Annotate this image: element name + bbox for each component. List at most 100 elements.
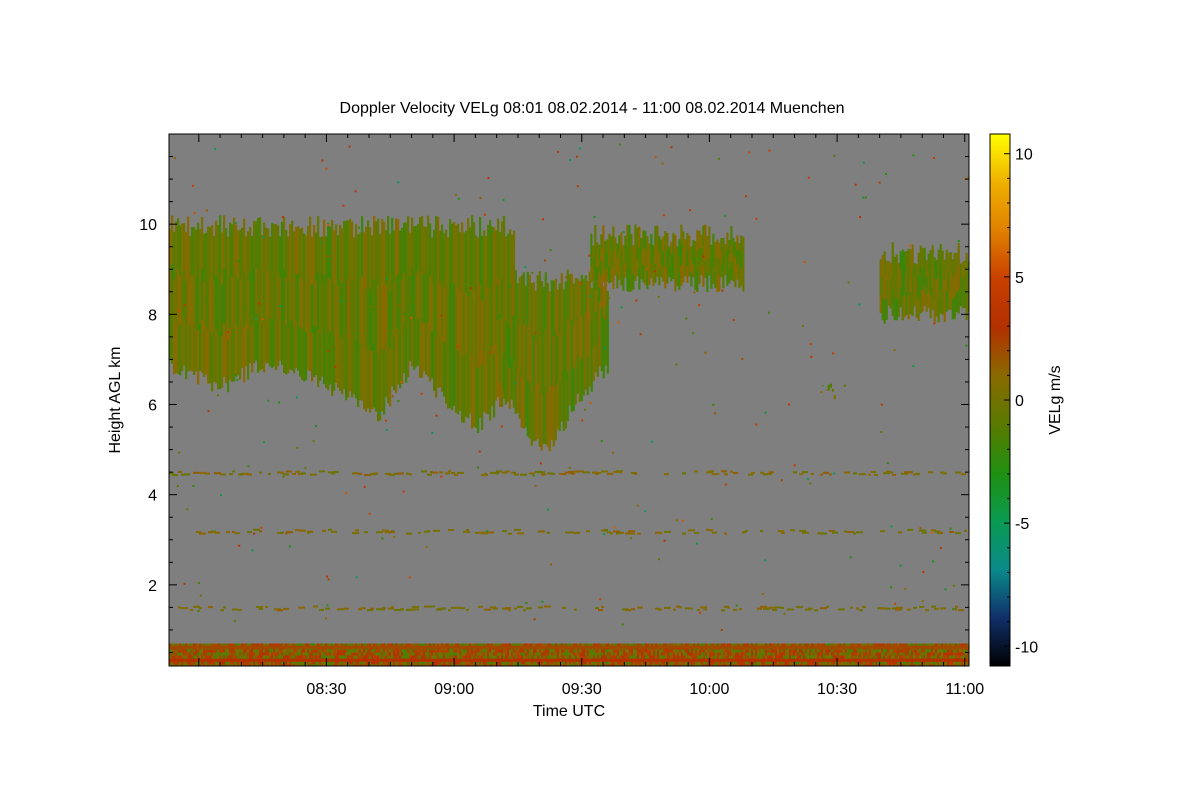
velocity-cell	[907, 661, 910, 665]
velocity-cell	[710, 259, 713, 275]
velocity-cell	[577, 531, 580, 534]
velocity-cell	[965, 652, 968, 656]
velocity-cell	[253, 528, 260, 531]
velocity-cell	[319, 470, 325, 473]
velocity-cell	[661, 661, 664, 665]
velocity-cell	[775, 661, 778, 665]
speckle-cell	[612, 451, 615, 454]
velocity-cell	[435, 336, 438, 398]
velocity-cell	[940, 531, 943, 534]
velocity-cell	[502, 278, 505, 316]
velocity-cell	[731, 655, 734, 659]
velocity-cell	[711, 652, 714, 656]
velocity-cell	[237, 652, 240, 656]
velocity-cell	[199, 229, 202, 277]
velocity-cell	[682, 532, 686, 535]
velocity-cell	[389, 233, 392, 292]
velocity-cell	[377, 652, 380, 656]
velocity-cell	[564, 379, 567, 429]
speckle-cell	[485, 530, 488, 533]
velocity-cell	[303, 331, 306, 382]
velocity-cell	[209, 279, 212, 332]
velocity-cell	[179, 655, 182, 659]
velocity-cell	[501, 649, 504, 653]
velocity-cell	[678, 272, 681, 290]
velocity-cell	[677, 655, 680, 659]
velocity-cell	[399, 335, 402, 389]
speckle-cell	[698, 304, 701, 307]
velocity-cell	[471, 655, 474, 659]
velocity-cell	[501, 221, 504, 284]
velocity-cell	[951, 649, 954, 653]
velocity-cell	[377, 286, 380, 354]
speckle-cell	[398, 304, 401, 307]
velocity-cell	[367, 282, 370, 346]
velocity-cell	[285, 661, 288, 665]
velocity-cell	[523, 609, 526, 612]
velocity-cell	[857, 655, 860, 659]
velocity-cell	[838, 608, 845, 611]
velocity-cell	[927, 289, 930, 309]
velocity-cell	[527, 661, 530, 665]
velocity-cell	[457, 223, 460, 288]
velocity-cell	[261, 655, 264, 659]
speckle-cell	[235, 374, 238, 377]
velocity-cell	[873, 652, 876, 656]
velocity-cell	[905, 293, 908, 315]
velocity-cell	[305, 235, 308, 284]
velocity-cell	[491, 226, 494, 287]
speckle-cell	[279, 305, 282, 307]
velocity-cell	[411, 655, 414, 659]
velocity-cell	[889, 652, 892, 656]
speckle-cell	[197, 609, 200, 612]
velocity-cell	[273, 649, 276, 653]
velocity-cell	[631, 649, 634, 653]
velocity-cell	[544, 605, 551, 608]
velocity-cell	[711, 655, 714, 659]
velocity-cell	[694, 532, 699, 534]
velocity-cell	[385, 661, 388, 665]
velocity-cell	[652, 245, 655, 259]
speckle-cell	[408, 576, 411, 579]
velocity-cell	[911, 661, 914, 665]
speckle-cell	[710, 517, 713, 520]
velocity-cell	[443, 341, 446, 397]
velocity-cell	[273, 661, 276, 665]
velocity-cell	[680, 224, 683, 246]
velocity-cell	[831, 649, 834, 653]
velocity-cell	[681, 655, 684, 659]
velocity-cell	[281, 316, 284, 365]
speckle-cell	[378, 411, 381, 414]
velocity-cell	[931, 652, 934, 656]
velocity-cell	[323, 649, 326, 653]
velocity-cell	[231, 652, 234, 656]
velocity-cell	[471, 652, 474, 656]
velocity-cell	[779, 649, 782, 653]
velocity-cell	[909, 649, 912, 653]
velocity-cell	[559, 655, 562, 659]
velocity-cell	[193, 652, 196, 656]
velocity-cell	[413, 655, 416, 659]
velocity-cell	[893, 652, 896, 656]
velocity-cell	[337, 661, 340, 665]
velocity-cell	[376, 531, 383, 534]
velocity-cell	[947, 271, 950, 291]
velocity-cell	[635, 655, 638, 659]
speckle-cell	[806, 477, 809, 480]
velocity-cell	[698, 266, 701, 284]
velocity-cell	[295, 655, 298, 659]
velocity-cell	[529, 661, 532, 665]
speckle-cell	[702, 255, 705, 258]
velocity-cell	[709, 652, 712, 656]
velocity-cell	[807, 661, 810, 665]
speckle-cell	[440, 314, 443, 317]
velocity-cell	[327, 333, 330, 390]
velocity-cell	[255, 649, 258, 653]
velocity-cell	[179, 652, 182, 656]
velocity-cell	[604, 306, 607, 337]
velocity-cell	[445, 655, 448, 659]
velocity-cell	[217, 279, 220, 335]
velocity-cell	[712, 250, 715, 268]
velocity-cell	[587, 652, 590, 656]
speckle-cell	[243, 306, 245, 309]
